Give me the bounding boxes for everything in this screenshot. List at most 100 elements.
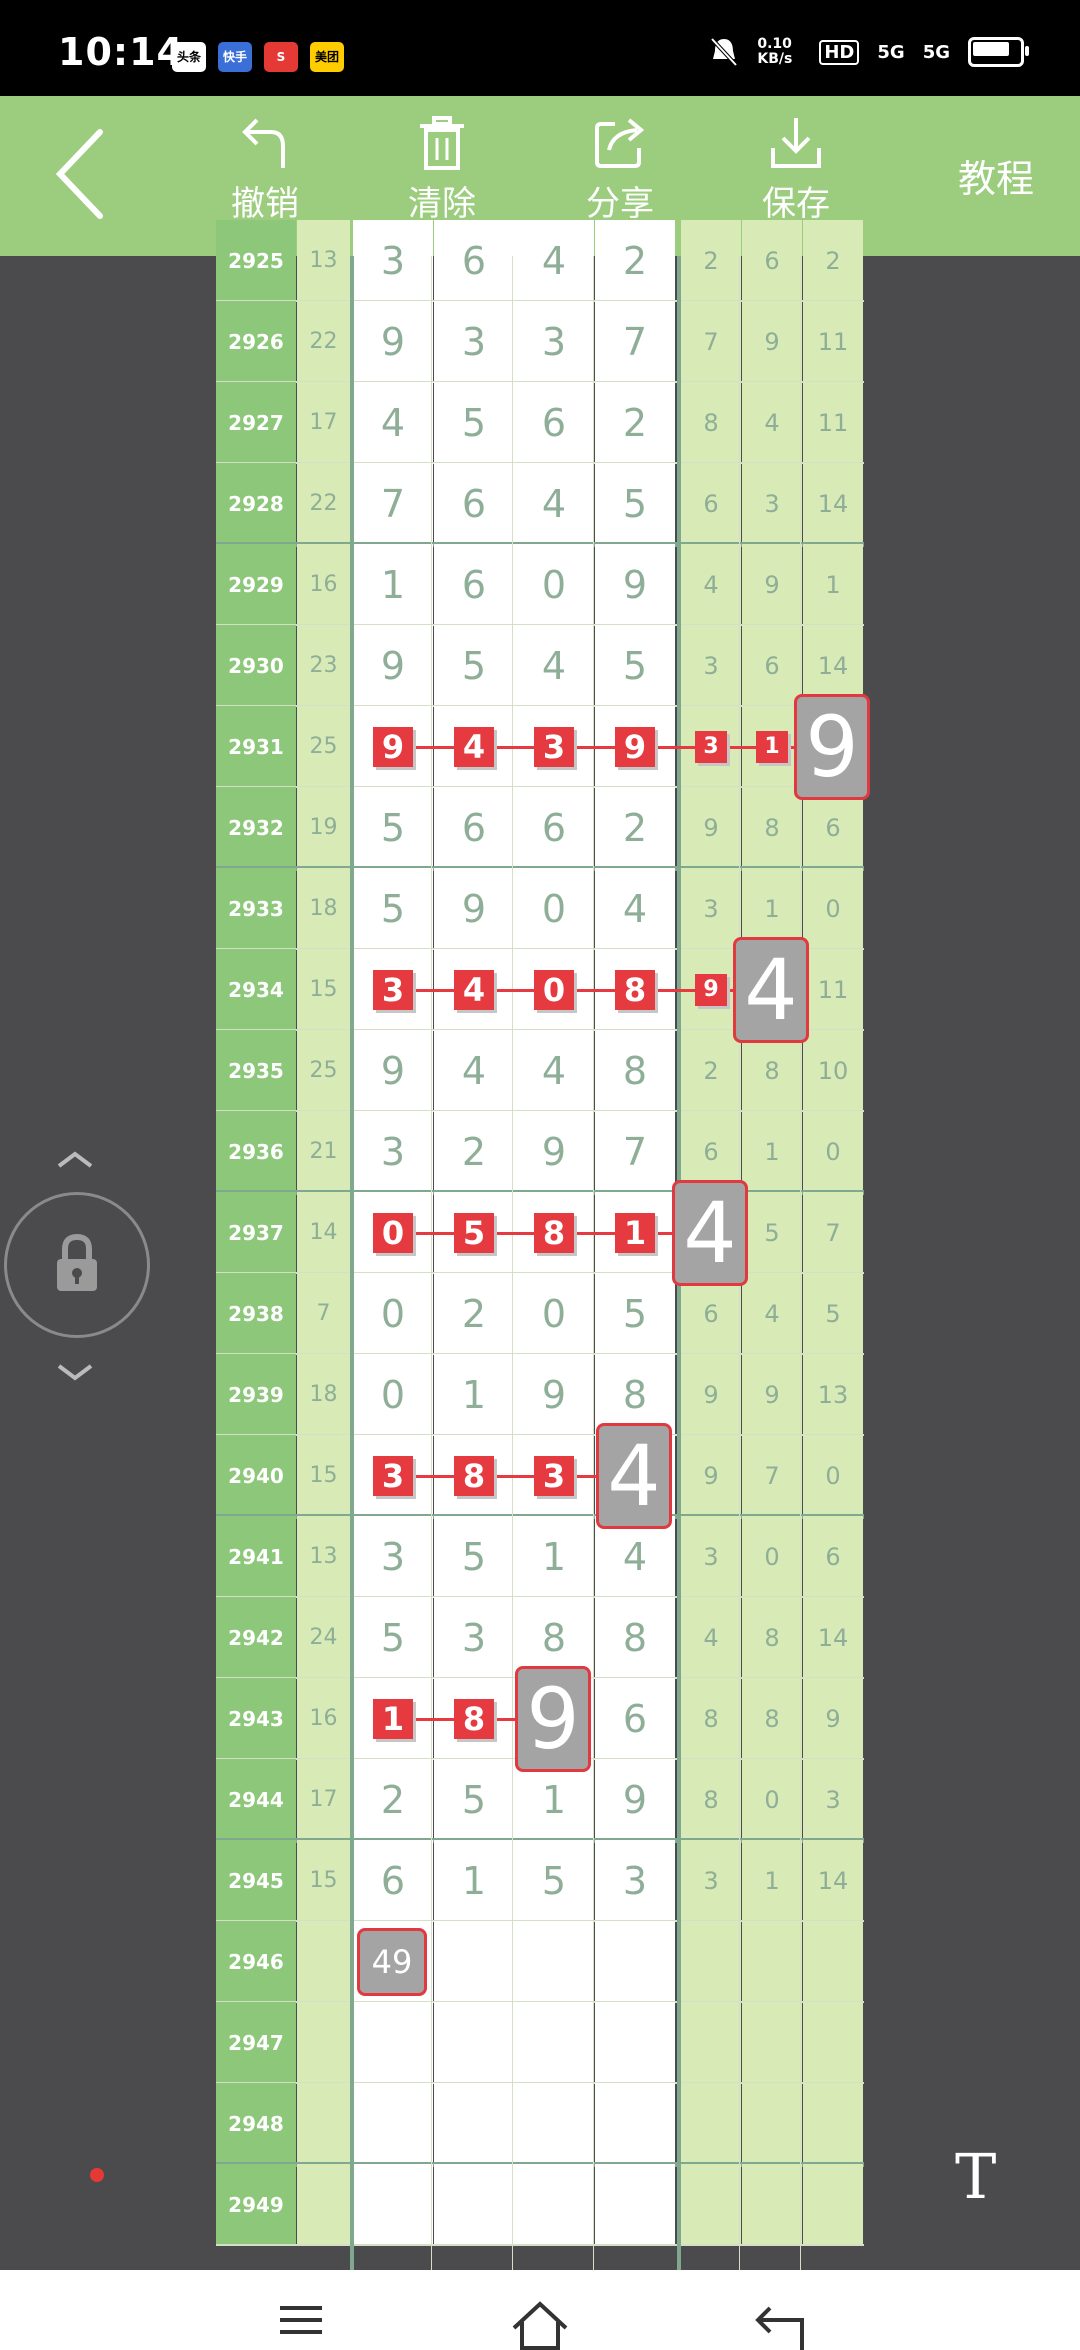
- digit-cell[interactable]: 3: [353, 1516, 433, 1597]
- digit-cell[interactable]: 4: [514, 220, 594, 301]
- digit-cell[interactable]: 9: [434, 868, 514, 949]
- digit-cell[interactable]: [353, 2164, 433, 2245]
- digit-cell[interactable]: [595, 2002, 675, 2083]
- table-row[interactable]: 2947: [216, 2002, 864, 2084]
- digit-cell[interactable]: 0: [514, 868, 594, 949]
- digit-cell[interactable]: 3: [353, 220, 433, 301]
- digit-cell[interactable]: 3: [514, 301, 594, 382]
- digit-cell[interactable]: 5: [353, 1597, 433, 1678]
- undo-button[interactable]: 撤销: [205, 116, 325, 225]
- digit-cell[interactable]: [434, 1921, 514, 2002]
- digit-cell[interactable]: 2: [353, 1759, 433, 1840]
- digit-cell[interactable]: 2: [595, 787, 675, 868]
- digit-cell[interactable]: [514, 2002, 594, 2083]
- digit-cell[interactable]: 3: [595, 1840, 675, 1921]
- table-row[interactable]: 2928 22 7 6 4 5 6 3 14: [216, 463, 864, 547]
- digit-cell[interactable]: [514, 2164, 594, 2245]
- digit-cell[interactable]: 5: [353, 787, 433, 868]
- red-mark[interactable]: 3: [373, 969, 413, 1010]
- red-mark[interactable]: 9: [695, 973, 727, 1006]
- red-mark[interactable]: 0: [373, 1212, 413, 1253]
- digit-cell[interactable]: 4: [514, 463, 594, 544]
- digit-cell[interactable]: 3: [434, 1597, 514, 1678]
- back-chevron-icon[interactable]: [52, 126, 108, 222]
- digit-cell[interactable]: 6: [434, 544, 514, 625]
- digit-cell[interactable]: 4: [514, 625, 594, 706]
- table-row[interactable]: 2938 7 0 2 0 5 6 4 5: [216, 1273, 864, 1355]
- digit-cell[interactable]: 6: [514, 382, 594, 463]
- big-pick-badge[interactable]: 49: [357, 1927, 427, 1996]
- digit-cell[interactable]: 9: [514, 1111, 594, 1192]
- digit-cell[interactable]: 7: [595, 301, 675, 382]
- table-row[interactable]: 2941 13 3 5 1 4 3 0 6: [216, 1516, 864, 1598]
- digit-cell[interactable]: 9: [353, 625, 433, 706]
- red-mark[interactable]: 8: [454, 1455, 494, 1496]
- table-row[interactable]: 2929 16 1 6 0 9 4 9 1: [216, 544, 864, 626]
- digit-cell[interactable]: 2: [595, 220, 675, 301]
- table-row[interactable]: 2948: [216, 2083, 864, 2167]
- red-mark[interactable]: 3: [534, 726, 574, 767]
- digit-cell[interactable]: 9: [514, 1354, 594, 1435]
- digit-cell[interactable]: 7: [595, 1111, 675, 1192]
- digit-cell[interactable]: 1: [514, 1516, 594, 1597]
- digit-cell[interactable]: [514, 1921, 594, 2002]
- digit-cell[interactable]: 2: [434, 1273, 514, 1354]
- red-mark[interactable]: 5: [454, 1212, 494, 1253]
- table-row[interactable]: 2936 21 3 2 9 7 6 1 0: [216, 1111, 864, 1195]
- share-button[interactable]: 分享: [560, 116, 680, 225]
- digit-cell[interactable]: 4: [434, 1030, 514, 1111]
- table-row[interactable]: 2945 15 6 1 5 3 3 1 14: [216, 1840, 864, 1922]
- digit-cell[interactable]: 6: [514, 787, 594, 868]
- big-pick-badge[interactable]: 9: [515, 1665, 591, 1772]
- table-row[interactable]: 2949: [216, 2164, 864, 2246]
- table-row[interactable]: 2946: [216, 1921, 864, 2003]
- red-mark[interactable]: 1: [373, 1698, 413, 1739]
- digit-cell[interactable]: 9: [595, 544, 675, 625]
- digit-cell[interactable]: 5: [434, 1516, 514, 1597]
- digit-cell[interactable]: [353, 2002, 433, 2083]
- digit-cell[interactable]: 1: [353, 544, 433, 625]
- table-row[interactable]: 2927 17 4 5 6 2 8 4 11: [216, 382, 864, 464]
- digit-cell[interactable]: 2: [434, 1111, 514, 1192]
- digit-cell[interactable]: [595, 2164, 675, 2245]
- red-mark[interactable]: 1: [756, 730, 788, 763]
- digit-cell[interactable]: 4: [353, 382, 433, 463]
- digit-cell[interactable]: 6: [434, 787, 514, 868]
- digit-cell[interactable]: [434, 2164, 514, 2245]
- chevron-up-icon[interactable]: [55, 1150, 95, 1170]
- digit-cell[interactable]: 7: [353, 463, 433, 544]
- digit-cell[interactable]: 6: [595, 1678, 675, 1759]
- digit-cell[interactable]: 5: [353, 868, 433, 949]
- tutorial-link[interactable]: 教程: [958, 148, 1034, 203]
- clear-button[interactable]: 清除: [382, 116, 502, 225]
- digit-cell[interactable]: 6: [353, 1840, 433, 1921]
- home-icon[interactable]: [510, 2300, 570, 2350]
- digit-cell[interactable]: 0: [514, 1273, 594, 1354]
- table-row[interactable]: 2939 18 0 1 9 8 9 9 13: [216, 1354, 864, 1436]
- table-row[interactable]: 2932 19 5 6 6 2 9 8 6: [216, 787, 864, 871]
- digit-cell[interactable]: 1: [434, 1354, 514, 1435]
- digit-cell[interactable]: 8: [595, 1597, 675, 1678]
- digit-cell[interactable]: [514, 2083, 594, 2164]
- number-grid[interactable]: 2925 13 3 6 4 2 2 6 2 2926 22 9 3 3 7 7 9 11 2927 17 4 5 6 2 8 4 1…: [216, 220, 870, 2270]
- red-mark[interactable]: 3: [695, 730, 727, 763]
- digit-cell[interactable]: 9: [353, 301, 433, 382]
- red-mark[interactable]: 8: [615, 969, 655, 1010]
- digit-cell[interactable]: 5: [595, 463, 675, 544]
- digit-cell[interactable]: 4: [514, 1030, 594, 1111]
- big-pick-badge[interactable]: 4: [596, 1422, 672, 1529]
- digit-cell[interactable]: 3: [434, 301, 514, 382]
- digit-cell[interactable]: [434, 2002, 514, 2083]
- red-mark[interactable]: 0: [534, 969, 574, 1010]
- save-button[interactable]: 保存: [736, 116, 856, 225]
- digit-cell[interactable]: 4: [595, 868, 675, 949]
- digit-cell[interactable]: [353, 2083, 433, 2164]
- digit-cell[interactable]: [595, 2083, 675, 2164]
- digit-cell[interactable]: 6: [434, 463, 514, 544]
- digit-cell[interactable]: 6: [434, 220, 514, 301]
- big-pick-badge[interactable]: 9: [794, 693, 870, 800]
- red-mark[interactable]: 3: [534, 1455, 574, 1496]
- red-mark[interactable]: 3: [373, 1455, 413, 1496]
- menu-icon[interactable]: [278, 2304, 324, 2334]
- digit-cell[interactable]: 8: [595, 1030, 675, 1111]
